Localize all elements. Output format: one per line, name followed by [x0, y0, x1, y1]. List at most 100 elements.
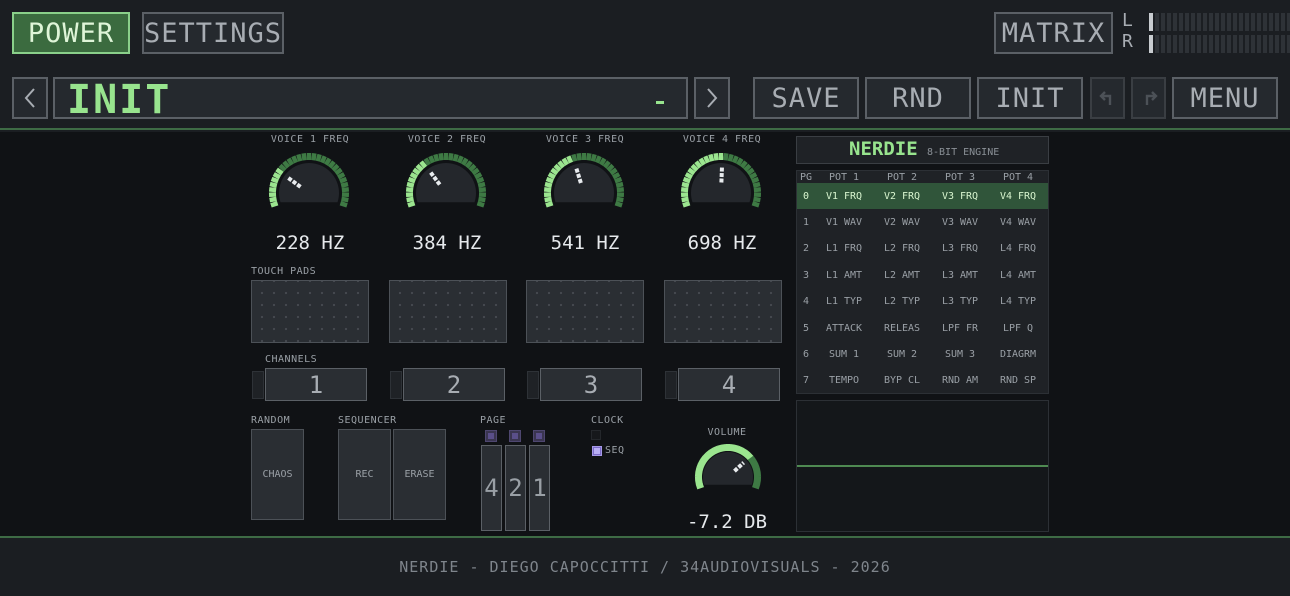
matrix-page-number: 0 — [802, 190, 810, 202]
matrix-page-number: 6 — [802, 348, 810, 360]
matrix-button[interactable]: MATRIX — [994, 12, 1113, 54]
matrix-row[interactable]: 4 L1 TYP L2 TYP L3 TYP L4 TYP — [797, 289, 1048, 315]
touch-pad-2[interactable] — [389, 280, 507, 343]
meter-segment — [1233, 35, 1237, 53]
matrix-cell: V3 FRQ — [941, 190, 979, 202]
voice-3-knob[interactable] — [543, 151, 625, 225]
meter-segment — [1263, 13, 1267, 31]
meter-segment — [1221, 35, 1225, 53]
channel-1-button[interactable]: 1 — [265, 368, 367, 401]
next-preset-button[interactable] — [694, 77, 730, 119]
rec-button[interactable]: REC — [338, 429, 391, 520]
matrix-cell: L2 FRQ — [883, 243, 921, 255]
channel-4-led — [665, 371, 677, 399]
matrix-row[interactable]: 6 SUM 1 SUM 2 SUM 3 DIAGRM — [797, 341, 1048, 367]
page-bit-4-button[interactable]: 4 — [481, 445, 502, 531]
channel-3-button[interactable]: 3 — [540, 368, 642, 401]
matrix-page-number: 2 — [802, 243, 810, 255]
matrix-page-number: 3 — [802, 269, 810, 281]
matrix-page-number: 1 — [802, 216, 810, 228]
matrix-row[interactable]: 3 L1 AMT L2 AMT L3 AMT L4 AMT — [797, 262, 1048, 288]
voice-4-knob[interactable] — [680, 151, 762, 225]
channel-2-button[interactable]: 2 — [403, 368, 505, 401]
prev-preset-button[interactable] — [12, 77, 48, 119]
undo-icon — [1098, 91, 1111, 105]
matrix-row[interactable]: 0 V1 FRQ V2 FRQ V3 FRQ V4 FRQ — [797, 183, 1048, 209]
page-bit-2-button[interactable]: 2 — [505, 445, 526, 531]
chevron-left-icon — [24, 88, 35, 108]
chaos-button[interactable]: CHAOS — [251, 429, 304, 520]
matrix-row[interactable]: 5 ATTACK RELEAS LPF FR LPF Q — [797, 315, 1048, 341]
matrix-cell: RND SP — [999, 375, 1037, 387]
oscilloscope-display — [796, 400, 1049, 532]
power-button[interactable]: POWER — [12, 12, 130, 54]
meter-segment — [1275, 35, 1279, 53]
meter-segment — [1215, 35, 1219, 53]
matrix-cell: V2 FRQ — [883, 190, 921, 202]
touch-pad-3[interactable] — [526, 280, 644, 343]
matrix-row[interactable]: 1 V1 WAV V2 WAV V3 WAV V4 WAV — [797, 209, 1048, 235]
matrix-cell: V1 FRQ — [825, 190, 863, 202]
meter-segment — [1227, 35, 1231, 53]
preset-name-field[interactable]: INIT — [53, 77, 688, 123]
init-button[interactable]: INIT — [977, 77, 1083, 119]
matrix-cell: L1 AMT — [825, 269, 863, 281]
matrix-cell: DIAGRM — [999, 348, 1037, 360]
matrix-cell: L4 AMT — [999, 269, 1037, 281]
voice-3-value: 541 HZ — [550, 232, 620, 254]
channel-4-button[interactable]: 4 — [678, 368, 780, 401]
voice-2-knob[interactable] — [405, 151, 487, 225]
oscilloscope-trace — [797, 465, 1048, 467]
meter-segment — [1239, 13, 1243, 31]
save-button[interactable]: SAVE — [753, 77, 859, 119]
meter-segment — [1269, 13, 1273, 31]
voice-1-value: 228 HZ — [275, 232, 345, 254]
volume-knob[interactable] — [693, 442, 763, 506]
redo-button[interactable] — [1131, 77, 1166, 119]
matrix-header-cell: POT 1 — [828, 171, 860, 183]
meter-segment — [1275, 13, 1279, 31]
matrix-row[interactable]: 2 L1 FRQ L2 FRQ L3 FRQ L4 FRQ — [797, 236, 1048, 262]
menu-button[interactable]: MENU — [1172, 77, 1278, 119]
channel-2-led — [390, 371, 402, 399]
matrix-cell: V1 WAV — [825, 216, 863, 228]
voice-1-label: VOICE 1 FREQ — [270, 134, 350, 145]
matrix-row[interactable]: 7 TEMPO BYP CL RND AM RND SP — [797, 368, 1048, 394]
meter-segment — [1239, 35, 1243, 53]
chevron-right-icon — [707, 88, 718, 108]
meter-segment — [1155, 35, 1159, 53]
matrix-cell: L1 FRQ — [825, 243, 863, 255]
matrix-cell: L1 TYP — [825, 296, 863, 308]
seq-clock-checkbox[interactable] — [592, 446, 602, 456]
undo-button[interactable] — [1090, 77, 1125, 119]
matrix-cell: V3 WAV — [941, 216, 979, 228]
meter-segment — [1191, 13, 1195, 31]
random-button[interactable]: RND — [865, 77, 971, 119]
meter-right-bar — [1149, 35, 1290, 53]
voice-1-knob[interactable] — [268, 151, 350, 225]
random-label: RANDOM — [251, 415, 291, 426]
channel-1-led — [252, 371, 264, 399]
meter-segment — [1251, 35, 1255, 53]
erase-button[interactable]: ERASE — [393, 429, 446, 520]
matrix-page-number: 4 — [802, 296, 810, 308]
matrix-header-cell: PG — [799, 171, 813, 183]
matrix-cell: BYP CL — [883, 375, 921, 387]
meter-segment — [1149, 35, 1153, 53]
page-label: PAGE — [480, 415, 507, 426]
main-panel — [0, 132, 1290, 536]
page-bit-1-button[interactable]: 1 — [529, 445, 550, 531]
meter-segment — [1281, 35, 1285, 53]
redo-icon — [1145, 91, 1158, 105]
voice-4-label: VOICE 4 FREQ — [682, 134, 762, 145]
meter-segment — [1167, 35, 1171, 53]
settings-button[interactable]: SETTINGS — [142, 12, 284, 54]
voice-2-value: 384 HZ — [412, 232, 482, 254]
meter-segment — [1245, 13, 1249, 31]
meter-segment — [1167, 13, 1171, 31]
matrix-cell: L2 TYP — [883, 296, 921, 308]
meter-segment — [1155, 13, 1159, 31]
touch-pad-4[interactable] — [664, 280, 782, 343]
matrix-cell: TEMPO — [828, 375, 860, 387]
touch-pad-1[interactable] — [251, 280, 369, 343]
